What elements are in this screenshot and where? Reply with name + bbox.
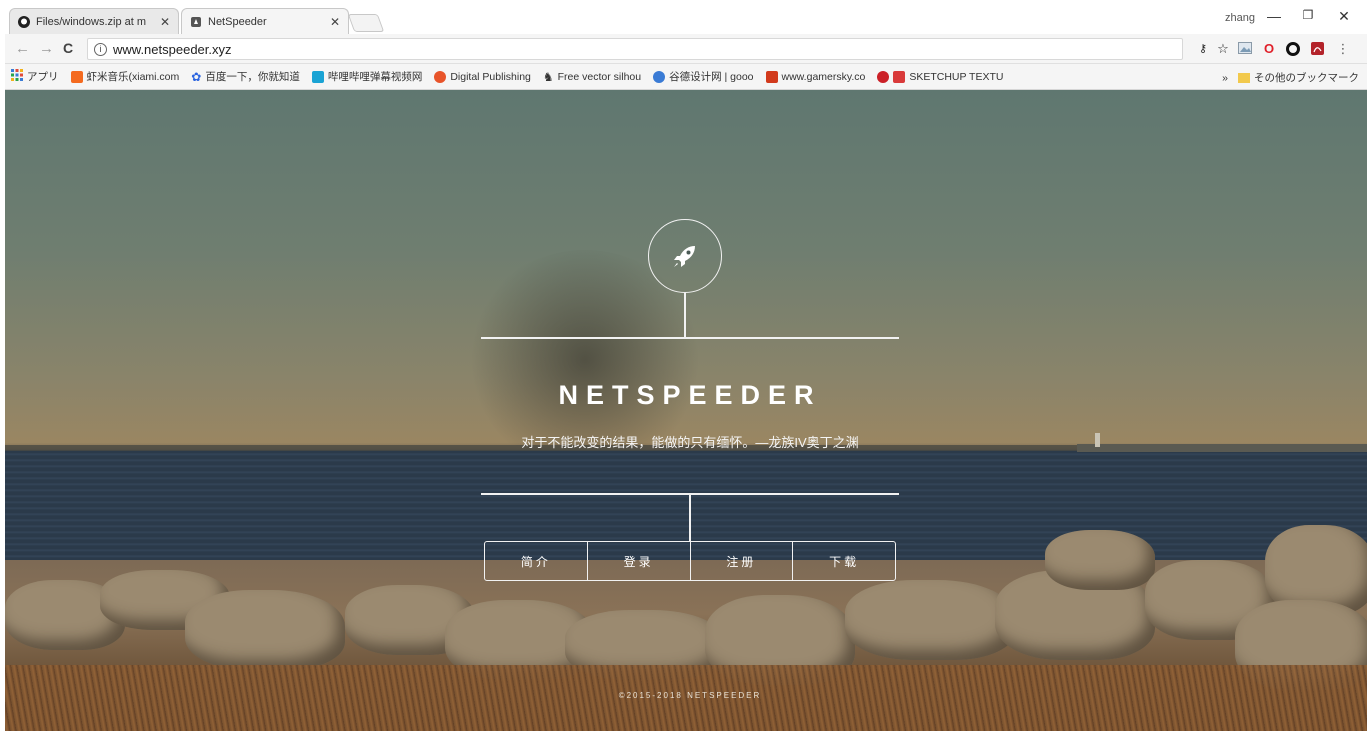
bookmark-gooood[interactable]: 谷德设计网 | gooo xyxy=(653,69,754,84)
bookmark-label: 哔哩哔哩弹幕视频网 xyxy=(327,71,423,83)
bookmark-apps[interactable]: アプリ xyxy=(11,69,59,84)
gooood-icon xyxy=(653,70,666,83)
download-button[interactable]: 下载 xyxy=(793,542,895,580)
bookmark-free-vector[interactable]: ♞ Free vector silhou xyxy=(543,70,641,84)
close-icon[interactable]: ✕ xyxy=(160,15,170,29)
tab-title: NetSpeeder xyxy=(208,15,267,28)
gamersky-icon xyxy=(765,70,778,83)
circle-extension-icon[interactable] xyxy=(1285,42,1301,56)
apps-grid-icon xyxy=(11,69,23,84)
hero-divider-vertical-top xyxy=(684,293,686,338)
back-icon[interactable]: ← xyxy=(15,40,30,57)
bookmark-label: 谷德设计网 | gooo xyxy=(669,71,754,83)
bookmark-label: SKETCHUP TEXTU xyxy=(909,70,1004,83)
star-icon[interactable]: ☆ xyxy=(1215,42,1231,56)
bookmark-baidu[interactable]: ✿ 百度一下，你就知道 xyxy=(191,69,300,84)
bookmark-label: Free vector silhou xyxy=(557,70,642,83)
background-pier xyxy=(1077,444,1367,452)
tab-title: Files/windows.zip at m xyxy=(36,15,147,28)
restore-icon[interactable]: ❐ xyxy=(1293,8,1323,22)
rocket-icon xyxy=(648,219,722,293)
browser-toolbar: ← → C i www.netspeeder.xyz ⚷ ☆ O ⋮ xyxy=(5,34,1367,64)
key-icon[interactable]: ⚷ xyxy=(1195,42,1211,56)
bookmark-gamersky[interactable]: www.gamersky.co xyxy=(765,70,866,83)
vector-silhouette-icon: ♞ xyxy=(542,69,554,84)
hero-divider-vertical-bottom xyxy=(689,494,691,542)
register-button[interactable]: 注册 xyxy=(691,542,794,580)
background-lighthouse xyxy=(1095,433,1100,447)
new-tab-button[interactable] xyxy=(347,14,385,32)
other-bookmarks-label: その他のブックマーク xyxy=(1254,72,1359,84)
profile-name[interactable]: zhang xyxy=(1225,12,1255,24)
reload-icon[interactable]: C xyxy=(63,40,73,56)
login-button[interactable]: 登录 xyxy=(588,542,691,580)
page-footer: ©2015-2018 NETSPEEDER xyxy=(618,691,762,700)
bookmarks-overflow-button[interactable]: » xyxy=(1222,72,1228,84)
page-viewport: NETSPEEDER 对于不能改变的结果，能做的只有缅怀。—龙族IV奥丁之渊 简… xyxy=(5,90,1367,731)
pinterest-icon xyxy=(877,70,890,83)
bookmarks-bar: アプリ 虾米音乐(xiami.com ✿ 百度一下，你就知道 哔哩哔哩弹幕视频网… xyxy=(5,64,1367,90)
site-tagline: 对于不能改变的结果，能做的只有缅怀。—龙族IV奥丁之渊 xyxy=(521,435,859,450)
bookmark-label: www.gamersky.co xyxy=(781,70,866,83)
bookmark-label: 百度一下，你就知道 xyxy=(205,71,300,83)
address-text: www.netspeeder.xyz xyxy=(113,41,232,57)
tab-strip: Files/windows.zip at m ✕ NetSpeeder ✕ zh… xyxy=(5,0,1367,34)
opera-icon[interactable]: O xyxy=(1261,42,1277,56)
tab-netspeeder[interactable]: NetSpeeder ✕ xyxy=(181,8,349,34)
tab-github-files[interactable]: Files/windows.zip at m ✕ xyxy=(9,8,179,34)
other-bookmarks-folder[interactable]: その他のブックマーク xyxy=(1238,70,1359,85)
sketchup-icon xyxy=(893,70,906,83)
hero-divider-top xyxy=(481,337,899,339)
bookmark-label: アプリ xyxy=(27,71,59,83)
github-icon xyxy=(18,15,30,28)
xiami-icon xyxy=(70,70,83,83)
folder-icon xyxy=(1238,72,1250,83)
bookmark-pinterest[interactable]: SKETCHUP TEXTU xyxy=(877,70,1004,83)
close-icon[interactable]: ✕ xyxy=(330,15,340,29)
bilibili-icon xyxy=(311,70,324,83)
hero-nav: 简介 登录 注册 下载 xyxy=(484,541,896,581)
site-favicon-icon xyxy=(190,16,202,28)
bookmark-xiami[interactable]: 虾米音乐(xiami.com xyxy=(70,69,180,84)
browser-window: Files/windows.zip at m ✕ NetSpeeder ✕ zh… xyxy=(0,0,1372,731)
bookmark-label: 虾米音乐(xiami.com xyxy=(86,71,180,83)
bookmarks-right: » その他のブックマーク xyxy=(1222,70,1359,85)
pdf-extension-icon[interactable] xyxy=(1309,42,1325,56)
digital-publishing-icon xyxy=(434,70,447,83)
bookmark-digital-publishing[interactable]: Digital Publishing xyxy=(434,70,531,83)
forward-icon[interactable]: → xyxy=(39,40,54,57)
intro-button[interactable]: 简介 xyxy=(485,542,588,580)
minimize-icon[interactable]: — xyxy=(1259,8,1289,24)
bookmark-bilibili[interactable]: 哔哩哔哩弹幕视频网 xyxy=(311,69,423,84)
baidu-paw-icon: ✿ xyxy=(191,69,202,84)
address-bar[interactable]: i www.netspeeder.xyz xyxy=(87,38,1183,60)
close-window-icon[interactable]: ✕ xyxy=(1329,8,1359,25)
menu-dots-icon[interactable]: ⋮ xyxy=(1335,42,1351,56)
site-brand-title: NETSPEEDER xyxy=(558,380,822,410)
info-icon[interactable]: i xyxy=(94,42,107,56)
bookmark-label: Digital Publishing xyxy=(450,70,531,83)
image-extension-icon[interactable] xyxy=(1237,42,1253,56)
